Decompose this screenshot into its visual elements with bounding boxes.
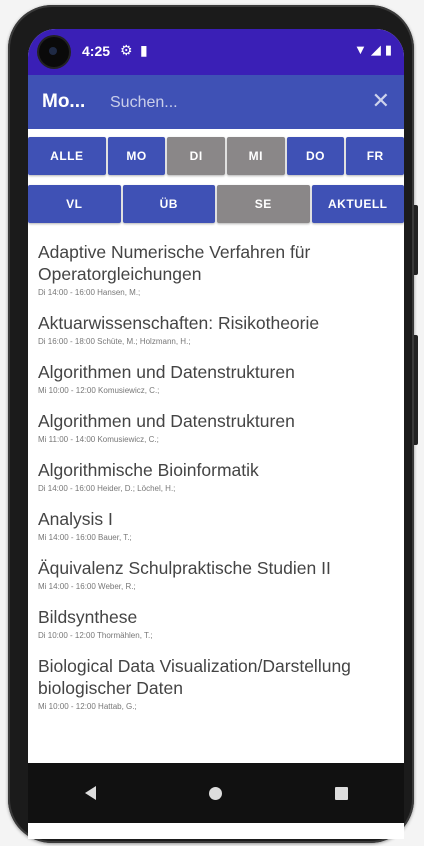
course-title: Biological Data Visualization/Darstellun…: [38, 656, 351, 698]
day-alle-button[interactable]: ALLE: [28, 137, 106, 175]
recent-apps-icon[interactable]: [334, 786, 348, 800]
course-title: Algorithmische Bioinformatik: [38, 460, 259, 480]
day-fr-button[interactable]: FR: [346, 137, 404, 175]
course-meta: Di 14:00 - 16:00 Hansen, M.;: [38, 288, 141, 297]
app-bar: Mo... ✕: [28, 75, 404, 129]
sd-card-icon: ▮: [140, 42, 148, 58]
type-filter-row: VL ÜB SE AKTUELL: [28, 185, 404, 223]
course-list: Adaptive Numerische Verfahren für Operat…: [28, 233, 404, 718]
status-bar: 4:25 ⚙ ▮ ▼ ◢ ▮: [28, 29, 404, 75]
course-title: Algorithmen und Datenstrukturen: [38, 411, 295, 431]
screen: 4:25 ⚙ ▮ ▼ ◢ ▮ Mo... ✕ ALLEMODIMIDOFR VL…: [28, 29, 404, 839]
course-title: Aktuarwissenschaften: Risikotheorie: [38, 313, 320, 333]
type-aktuell-button[interactable]: AKTUELL: [311, 185, 404, 223]
course-title: Bildsynthese: [38, 607, 138, 627]
list-item[interactable]: Aktuarwissenschaften: Risikotheorie Di 16…: [28, 304, 404, 353]
day-mi-button[interactable]: MI: [227, 137, 285, 175]
navigation-bar: [28, 763, 404, 823]
close-icon[interactable]: ✕: [372, 87, 390, 115]
course-title: Adaptive Numerische Verfahren für Operat…: [38, 242, 311, 284]
search-input[interactable]: [108, 89, 342, 117]
list-item[interactable]: Äquivalenz Schulpraktische Studien II Mi …: [28, 549, 404, 598]
list-item[interactable]: Algorithmen und Datenstrukturen Mi 11:00 …: [28, 402, 404, 451]
signal-icon: ◢: [370, 42, 381, 57]
course-title: Äquivalenz Schulpraktische Studien II: [38, 558, 331, 578]
course-meta: Di 16:00 - 18:00 Schüte, M.; Holzmann, H…: [38, 337, 191, 346]
course-meta: Di 10:00 - 12:00 Thormählen, T.;: [38, 631, 153, 640]
list-item[interactable]: Algorithmen und Datenstrukturen Mi 10:00 …: [28, 353, 404, 402]
battery-icon: ▮: [384, 42, 392, 57]
list-item[interactable]: Bildsynthese Di 10:00 - 12:00 Thormählen,…: [28, 598, 404, 647]
course-meta: Mi 10:00 - 12:00 Hattab, G.;: [38, 702, 137, 711]
home-icon[interactable]: [208, 786, 222, 800]
list-item[interactable]: Biological Data Visualization/Darstellun…: [28, 647, 404, 718]
volume-button: [414, 205, 418, 275]
status-time: 4:25: [82, 43, 111, 59]
list-item[interactable]: Adaptive Numerische Verfahren für Operat…: [28, 233, 404, 304]
course-meta: Mi 14:00 - 16:00 Weber, R.;: [38, 582, 136, 591]
phone-frame: 4:25 ⚙ ▮ ▼ ◢ ▮ Mo... ✕ ALLEMODIMIDOFR VL…: [8, 5, 418, 843]
sync-icon: ⚙: [120, 42, 133, 58]
course-meta: Mi 14:00 - 16:00 Bauer, T.;: [38, 533, 132, 542]
course-meta: Di 14:00 - 16:00 Heider, D.; Löchel, H.;: [38, 484, 176, 493]
course-meta: Mi 10:00 - 12:00 Komusiewicz, C.;: [38, 386, 160, 395]
type-vl-button[interactable]: VL: [28, 185, 121, 223]
camera-cutout: [39, 37, 69, 67]
list-item[interactable]: Algorithmische Bioinformatik Di 14:00 - 1…: [28, 451, 404, 500]
power-button: [414, 335, 418, 445]
back-icon[interactable]: [84, 786, 96, 800]
day-filter-row: ALLE MO DI MI DO FR: [28, 137, 404, 175]
status-icons: ▼ ◢ ▮: [354, 42, 392, 58]
course-title: Algorithmen und Datenstrukturen: [38, 362, 295, 382]
day-mo-button[interactable]: MO: [107, 137, 166, 175]
day-di-button[interactable]: DI: [167, 137, 226, 175]
app-title: Mo...: [42, 91, 86, 112]
course-meta: Mi 11:00 - 14:00 Komusiewicz, C.;: [38, 435, 159, 444]
course-title: Analysis I: [38, 509, 113, 529]
day-do-button[interactable]: DO: [286, 137, 345, 175]
wifi-icon: ▼: [353, 42, 367, 57]
type-üb-button[interactable]: ÜB: [122, 185, 215, 223]
list-item[interactable]: Analysis I Mi 14:00 - 16:00 Bauer, T.;: [28, 500, 404, 549]
type-se-button[interactable]: SE: [217, 185, 310, 223]
